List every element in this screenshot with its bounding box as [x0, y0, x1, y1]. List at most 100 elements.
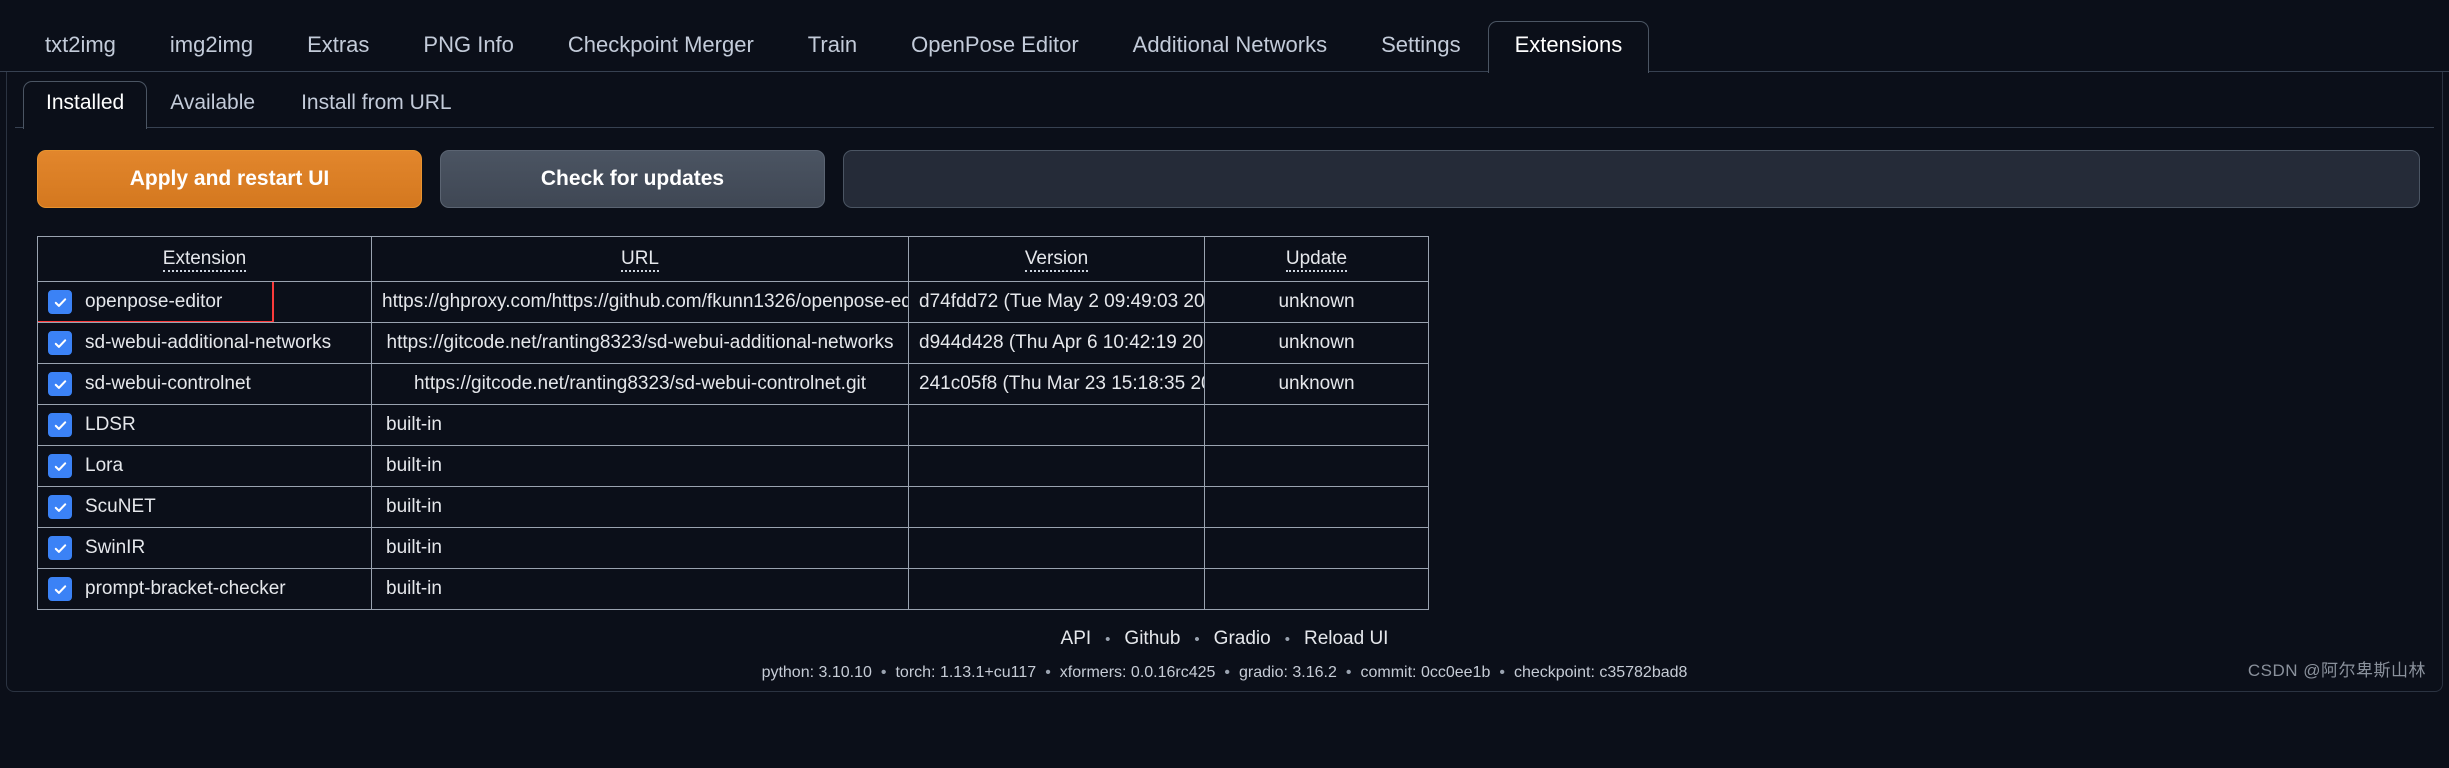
checkbox-checked-icon[interactable]: [48, 331, 72, 355]
extensions-sub-tab-bar: Installed Available Install from URL: [7, 72, 2442, 129]
footer-version-item: checkpoint: c35782bad8: [1513, 664, 1688, 681]
cell-version: [908, 404, 1205, 446]
footer-version-separator: •: [1499, 664, 1505, 681]
table-header-row: Extension URL Version Update: [37, 236, 1429, 282]
footer-version-separator: •: [1345, 664, 1352, 681]
installed-extensions-table: Extension URL Version Update openpose-edito…: [37, 236, 1429, 610]
column-header-label: Version: [1024, 248, 1089, 272]
footer: API • Github • Gradio • Reload UI python: 3.10…: [7, 610, 2442, 682]
tab-additional-networks[interactable]: Additional Networks: [1106, 21, 1354, 72]
main-tab-bar: txt2img img2img Extras PNG Info Checkpoint M…: [0, 0, 2449, 73]
checkbox-checked-icon[interactable]: [48, 495, 72, 519]
subtab-install-from-url[interactable]: Install from URL: [278, 81, 475, 128]
cell-url: built-in: [371, 445, 909, 487]
extension-enable-row: prompt-bracket-checker: [48, 577, 361, 601]
cell-url: built-in: [371, 486, 909, 528]
checkbox-checked-icon[interactable]: [48, 577, 72, 601]
column-header-label: Update: [1285, 248, 1348, 272]
cell-extension: sd-webui-controlnet: [37, 363, 372, 405]
cell-extension: openpose-editor: [37, 281, 372, 323]
footer-version-item: xformers: 0.0.16rc425: [1059, 664, 1216, 681]
cell-update: [1204, 486, 1429, 528]
footer-links: API • Github • Gradio • Reload UI: [7, 628, 2442, 650]
column-header-url: URL: [371, 236, 909, 282]
cell-version: 241c05f8 (Thu Mar 23 15:18:35 2023): [908, 363, 1205, 405]
cell-version: [908, 486, 1205, 528]
tab-extensions[interactable]: Extensions: [1487, 20, 1650, 73]
table-body: openpose-editor https://ghproxy.com/https…: [37, 281, 1429, 610]
cell-update: unknown: [1204, 363, 1429, 405]
cell-update: unknown: [1204, 322, 1429, 364]
extension-status-textbox[interactable]: [843, 150, 2420, 208]
table-row: LDSR built-in: [37, 404, 1429, 446]
footer-version-item: python: 3.10.10: [761, 664, 872, 681]
table-row: openpose-editor https://ghproxy.com/https…: [37, 281, 1429, 323]
extension-enable-row: sd-webui-controlnet: [48, 372, 361, 396]
tab-extras[interactable]: Extras: [280, 21, 396, 72]
subtab-available[interactable]: Available: [147, 81, 278, 128]
tab-txt2img[interactable]: txt2img: [18, 21, 143, 72]
cell-update: [1204, 445, 1429, 487]
extension-enable-row: ScuNET: [48, 495, 361, 519]
extension-enable-row: SwinIR: [48, 536, 361, 560]
checkbox-checked-icon[interactable]: [48, 536, 72, 560]
extension-name: prompt-bracket-checker: [85, 578, 286, 599]
extension-enable-row: sd-webui-additional-networks: [48, 331, 361, 355]
cell-url: built-in: [371, 527, 909, 569]
cell-url: built-in: [371, 404, 909, 446]
extension-name: openpose-editor: [85, 291, 223, 312]
column-header-update: Update: [1204, 236, 1429, 282]
installed-extensions-table-container: Extension URL Version Update openpose-edito…: [7, 208, 2442, 610]
cell-version: [908, 527, 1205, 569]
column-header-label: URL: [620, 248, 659, 272]
footer-link-github[interactable]: Github: [1110, 628, 1194, 650]
cell-url: https://gitcode.net/ranting8323/sd-webui…: [371, 363, 909, 405]
footer-link-api[interactable]: API: [1047, 628, 1106, 650]
extension-name: sd-webui-controlnet: [85, 373, 251, 394]
checkbox-checked-icon[interactable]: [48, 372, 72, 396]
extensions-controls-row: Apply and restart UI Check for updates: [7, 128, 2442, 208]
cell-extension: LDSR: [37, 404, 372, 446]
table-row: Lora built-in: [37, 445, 1429, 487]
checkbox-checked-icon[interactable]: [48, 454, 72, 478]
footer-link-reload-ui[interactable]: Reload UI: [1290, 628, 1403, 650]
extension-name: sd-webui-additional-networks: [85, 332, 332, 353]
footer-version-separator: •: [1045, 664, 1051, 681]
table-row: SwinIR built-in: [37, 527, 1429, 569]
cell-extension: SwinIR: [37, 527, 372, 569]
cell-extension: prompt-bracket-checker: [37, 568, 372, 610]
tab-openpose-editor[interactable]: OpenPose Editor: [884, 21, 1106, 72]
subtab-installed[interactable]: Installed: [23, 80, 148, 129]
footer-link-gradio[interactable]: Gradio: [1200, 628, 1285, 650]
footer-version-item: commit: 0cc0ee1b: [1360, 664, 1491, 681]
column-header-version: Version: [908, 236, 1205, 282]
cell-update: unknown: [1204, 281, 1429, 323]
check-for-updates-button[interactable]: Check for updates: [440, 150, 825, 208]
cell-extension: ScuNET: [37, 486, 372, 528]
checkbox-checked-icon[interactable]: [48, 290, 72, 314]
footer-version-separator: •: [1224, 664, 1231, 681]
tab-settings[interactable]: Settings: [1354, 21, 1488, 72]
footer-version-separator: •: [880, 664, 887, 681]
table-row: sd-webui-controlnet https://gitcode.net/r…: [37, 363, 1429, 405]
extension-name: LDSR: [85, 414, 136, 435]
tab-checkpoint-merger[interactable]: Checkpoint Merger: [541, 21, 781, 72]
cell-url: built-in: [371, 568, 909, 610]
tab-train[interactable]: Train: [781, 21, 884, 72]
cell-version: [908, 568, 1205, 610]
cell-url: https://ghproxy.com/https://github.com/f…: [371, 281, 909, 323]
extension-enable-row: Lora: [48, 454, 361, 478]
footer-version-item: torch: 1.13.1+cu117: [895, 664, 1037, 681]
extension-enable-row: LDSR: [48, 413, 361, 437]
cell-version: [908, 445, 1205, 487]
footer-version-item: gradio: 3.16.2: [1239, 664, 1337, 681]
apply-and-restart-ui-button[interactable]: Apply and restart UI: [37, 150, 422, 208]
tab-png-info[interactable]: PNG Info: [396, 21, 540, 72]
watermark: CSDN @阿尔卑斯山林: [2247, 661, 2426, 680]
tab-img2img[interactable]: img2img: [143, 21, 280, 72]
cell-version: d74fdd72 (Tue May 2 09:49:03 2023): [908, 281, 1205, 323]
cell-update: [1204, 527, 1429, 569]
cell-version: d944d428 (Thu Apr 6 10:42:19 2023): [908, 322, 1205, 364]
checkbox-checked-icon[interactable]: [48, 413, 72, 437]
cell-update: [1204, 568, 1429, 610]
